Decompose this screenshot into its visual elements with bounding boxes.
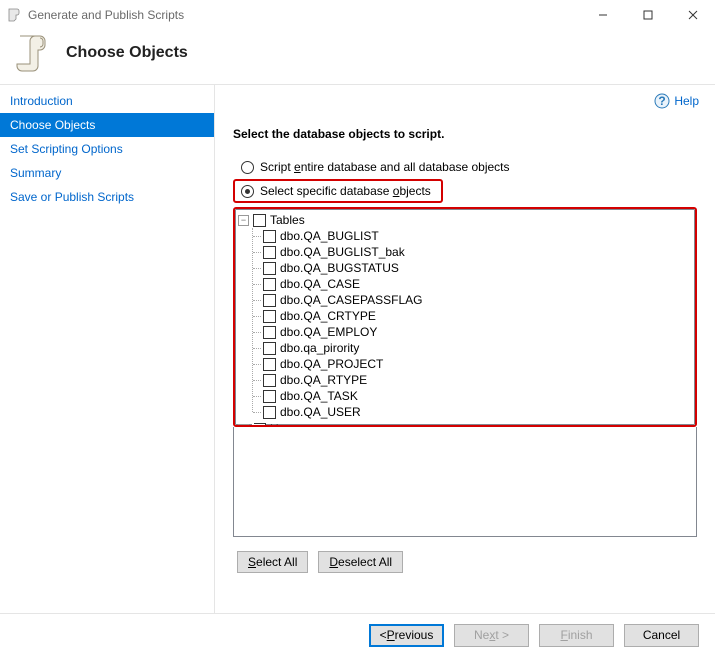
nav-choose-objects[interactable]: Choose Objects — [0, 113, 214, 137]
radio-script-entire-database[interactable]: Script entire database and all database … — [233, 155, 697, 179]
main-panel: ? Help Select the database objects to sc… — [215, 85, 715, 613]
tree-leaf-label: dbo.QA_CRTYPE — [280, 309, 376, 323]
tree-leaf-label: dbo.QA_BUGLIST_bak — [280, 245, 405, 259]
tree-leaf[interactable]: dbo.QA_CASE — [253, 276, 694, 292]
tree-leaf-label: dbo.QA_EMPLOY — [280, 325, 377, 339]
tree-leaf-label: dbo.QA_BUGLIST — [280, 229, 379, 243]
checkbox[interactable] — [263, 326, 276, 339]
header: Choose Objects — [0, 30, 715, 84]
checkbox[interactable] — [263, 278, 276, 291]
radio-label: Script entire database and all database … — [260, 160, 510, 174]
radio-select-specific-objects[interactable]: Select specific database objects — [233, 179, 443, 203]
checkbox[interactable] — [263, 262, 276, 275]
tree-leaf[interactable]: dbo.QA_BUGSTATUS — [253, 260, 694, 276]
finish-button[interactable]: Finish — [539, 624, 614, 647]
object-tree[interactable]: − Tables dbo.QA_BUGLIST dbo.QA_BUGLIST_ba… — [235, 209, 695, 425]
tree-leaf[interactable]: dbo.QA_RTYPE — [253, 372, 694, 388]
help-icon: ? — [654, 93, 670, 109]
nav-introduction[interactable]: Introduction — [0, 89, 214, 113]
app-icon — [6, 7, 22, 23]
instruction-text: Select the database objects to script. — [233, 127, 697, 141]
tree-node-label: Tables — [270, 213, 305, 227]
object-tree-highlight: − Tables dbo.QA_BUGLIST dbo.QA_BUGLIST_ba… — [233, 207, 697, 427]
checkbox[interactable] — [263, 230, 276, 243]
nav-summary[interactable]: Summary — [0, 161, 214, 185]
checkbox[interactable] — [263, 406, 276, 419]
previous-button[interactable]: < Previous — [369, 624, 444, 647]
checkbox[interactable] — [263, 310, 276, 323]
tree-leaf-label: dbo.QA_RTYPE — [280, 373, 367, 387]
tree-leaf-label: dbo.QA_CASE — [280, 277, 360, 291]
scroll-icon — [14, 32, 50, 74]
deselect-all-button[interactable]: Deselect All — [318, 551, 403, 573]
maximize-button[interactable] — [625, 0, 670, 30]
checkbox[interactable] — [263, 390, 276, 403]
tree-leaf[interactable]: dbo.QA_BUGLIST — [253, 228, 694, 244]
tree-leaf-label: dbo.qa_pirority — [280, 341, 359, 355]
checkbox[interactable] — [263, 246, 276, 259]
checkbox[interactable] — [263, 294, 276, 307]
nav-set-scripting-options[interactable]: Set Scripting Options — [0, 137, 214, 161]
radio-label: Select specific database objects — [260, 184, 431, 198]
checkbox[interactable] — [263, 374, 276, 387]
tree-leaf-label: dbo.QA_BUGSTATUS — [280, 261, 399, 275]
minimize-button[interactable] — [580, 0, 625, 30]
tree-button-row: Select All Deselect All — [233, 545, 697, 579]
checkbox[interactable] — [263, 358, 276, 371]
cancel-button[interactable]: Cancel — [624, 624, 699, 647]
next-button[interactable]: Next > — [454, 624, 529, 647]
collapse-icon[interactable]: − — [238, 215, 249, 226]
tree-leaf[interactable]: dbo.QA_TASK — [253, 388, 694, 404]
footer: < Previous Next > Finish Cancel — [0, 614, 715, 656]
page-heading: Choose Objects — [66, 44, 188, 62]
svg-text:?: ? — [659, 94, 666, 108]
tree-node-tables[interactable]: − Tables — [238, 212, 694, 228]
tree-leaf[interactable]: dbo.QA_BUGLIST_bak — [253, 244, 694, 260]
tree-leaf-label: dbo.QA_USER — [280, 405, 361, 419]
checkbox[interactable] — [253, 214, 266, 227]
close-button[interactable] — [670, 0, 715, 30]
tree-leaf[interactable]: dbo.QA_PROJECT — [253, 356, 694, 372]
tree-leaf-label: dbo.QA_PROJECT — [280, 357, 383, 371]
tree-leaf-label: dbo.QA_CASEPASSFLAG — [280, 293, 423, 307]
checkbox[interactable] — [263, 342, 276, 355]
tree-leaf-label: dbo.QA_TASK — [280, 389, 358, 403]
tree-leaf[interactable]: dbo.QA_CASEPASSFLAG — [253, 292, 694, 308]
help-label: Help — [674, 94, 699, 108]
tree-leaf[interactable]: dbo.QA_USER — [253, 404, 694, 420]
titlebar: Generate and Publish Scripts — [0, 0, 715, 30]
sidebar: Introduction Choose Objects Set Scriptin… — [0, 85, 215, 613]
tree-leaf[interactable]: dbo.qa_pirority — [253, 340, 694, 356]
window-title: Generate and Publish Scripts — [28, 8, 580, 22]
radio-icon — [241, 161, 254, 174]
radio-icon — [241, 185, 254, 198]
tree-leaf[interactable]: dbo.QA_EMPLOY — [253, 324, 694, 340]
tree-leaf[interactable]: dbo.QA_CRTYPE — [253, 308, 694, 324]
nav-save-or-publish-scripts[interactable]: Save or Publish Scripts — [0, 185, 214, 209]
select-all-button[interactable]: Select All — [237, 551, 308, 573]
tree-lower-area — [233, 427, 697, 537]
help-link[interactable]: ? Help — [654, 93, 699, 109]
